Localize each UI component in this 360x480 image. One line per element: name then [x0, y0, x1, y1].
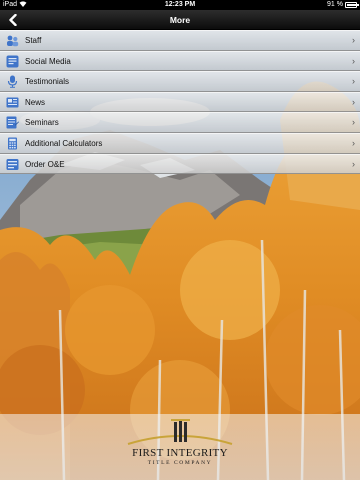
menu-item-label: Social Media [25, 56, 71, 66]
more-menu-list: Staff › Social Media › Testimonials › Ne… [0, 30, 360, 175]
menu-item-label: Additional Calculators [25, 138, 103, 148]
navigation-bar: More [0, 10, 360, 30]
menu-item-label: Order O&E [25, 159, 65, 169]
chevron-right-icon: › [352, 117, 355, 128]
chevron-right-icon: › [352, 137, 355, 148]
staff-icon [7, 35, 19, 47]
chevron-right-icon: › [352, 158, 355, 169]
battery-icon [345, 2, 359, 8]
chevron-right-icon: › [352, 76, 355, 87]
menu-item-label: Seminars [25, 118, 59, 128]
status-bar: iPad 12:23 PM 91 % [0, 0, 360, 10]
testimonials-icon [7, 75, 18, 88]
company-name: FIRST INTEGRITY [132, 447, 228, 459]
menu-item-order-oe[interactable]: Order O&E › [0, 153, 360, 175]
menu-item-news[interactable]: News › [0, 91, 360, 113]
chevron-right-icon: › [352, 35, 355, 45]
calculators-icon [8, 137, 17, 150]
menu-item-staff[interactable]: Staff › [0, 30, 360, 51]
menu-item-seminars[interactable]: Seminars › [0, 112, 360, 133]
menu-item-additional-calculators[interactable]: Additional Calculators › [0, 132, 360, 154]
chevron-right-icon: › [352, 55, 355, 66]
menu-item-label: News [25, 97, 46, 107]
menu-item-label: Testimonials [25, 77, 70, 87]
status-time: 12:23 PM [164, 1, 196, 8]
news-icon [6, 97, 19, 108]
order-icon [6, 158, 19, 170]
social-media-icon [6, 55, 19, 68]
page-title: More [169, 15, 191, 25]
battery-percent: 91 % [327, 1, 343, 8]
menu-item-social-media[interactable]: Social Media › [0, 50, 360, 72]
seminars-icon [6, 116, 19, 129]
chevron-right-icon: › [352, 96, 355, 107]
company-subtitle: TITLE COMPANY [147, 460, 213, 466]
menu-item-testimonials[interactable]: Testimonials › [0, 71, 360, 92]
menu-item-label: Staff [25, 36, 42, 45]
